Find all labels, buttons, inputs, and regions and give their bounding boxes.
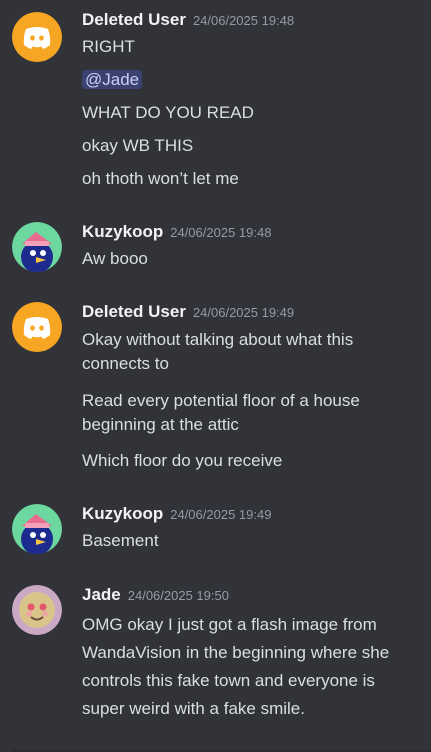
message-header: Deleted User 24/06/2025 19:48 xyxy=(82,10,294,34)
user-mention[interactable]: @Jade xyxy=(82,70,143,89)
message-line: Okay without talking about what this con… xyxy=(82,330,354,373)
message-line: Which floor do you receive xyxy=(82,451,283,470)
message-line: Read every potential floor of a house be… xyxy=(82,391,360,434)
message-header: Kuzykoop 24/06/2025 19:48 xyxy=(82,222,271,246)
message-timestamp: 24/06/2025 19:48 xyxy=(192,13,295,28)
message-line: WHAT DO YOU READ xyxy=(82,103,254,122)
message-line: oh thoth won’t let me xyxy=(82,169,239,188)
message-line: Aw booo xyxy=(82,249,148,268)
message-timestamp: 24/06/2025 19:50 xyxy=(127,588,229,603)
discord-logo-icon[interactable] xyxy=(12,302,62,352)
author-name[interactable]: Kuzykoop xyxy=(82,504,163,523)
author-name[interactable]: Deleted User xyxy=(82,10,186,29)
message-group: Jade 24/06/2025 19:50 OMG okay I just got… xyxy=(0,585,431,752)
bird-character-icon[interactable] xyxy=(12,504,62,554)
message-line: OMG okay I just got a flash image from W… xyxy=(82,615,390,718)
message-header: Deleted User 24/06/2025 19:49 xyxy=(82,302,294,326)
author-name[interactable]: Jade xyxy=(82,585,121,604)
author-name[interactable]: Kuzykoop xyxy=(82,222,163,241)
message-line: Basement xyxy=(82,531,159,550)
author-name[interactable]: Deleted User xyxy=(82,302,186,321)
message-line: @Jade xyxy=(82,68,412,92)
message-timestamp: 24/06/2025 19:49 xyxy=(170,507,272,522)
message-group: Kuzykoop 24/06/2025 19:49 Basement xyxy=(0,504,431,558)
bird-character-icon[interactable] xyxy=(12,222,62,272)
discord-logo-icon[interactable] xyxy=(12,12,62,62)
message-timestamp: 24/06/2025 19:49 xyxy=(192,305,295,320)
message-group: Deleted User 24/06/2025 19:49 Okay withou… xyxy=(0,302,431,474)
message-timestamp: 24/06/2025 19:48 xyxy=(170,225,272,240)
message-header: Kuzykoop 24/06/2025 19:49 xyxy=(82,504,271,528)
face-portrait-icon[interactable] xyxy=(12,585,62,635)
message-line: okay WB THIS xyxy=(82,136,194,155)
message-header: Jade 24/06/2025 19:50 xyxy=(82,585,229,609)
message-line: RIGHT xyxy=(82,37,135,56)
message-group: Kuzykoop 24/06/2025 19:48 Aw booo xyxy=(0,222,431,276)
message-group: Deleted User 24/06/2025 19:48 RIGHT @Jade… xyxy=(0,10,431,200)
